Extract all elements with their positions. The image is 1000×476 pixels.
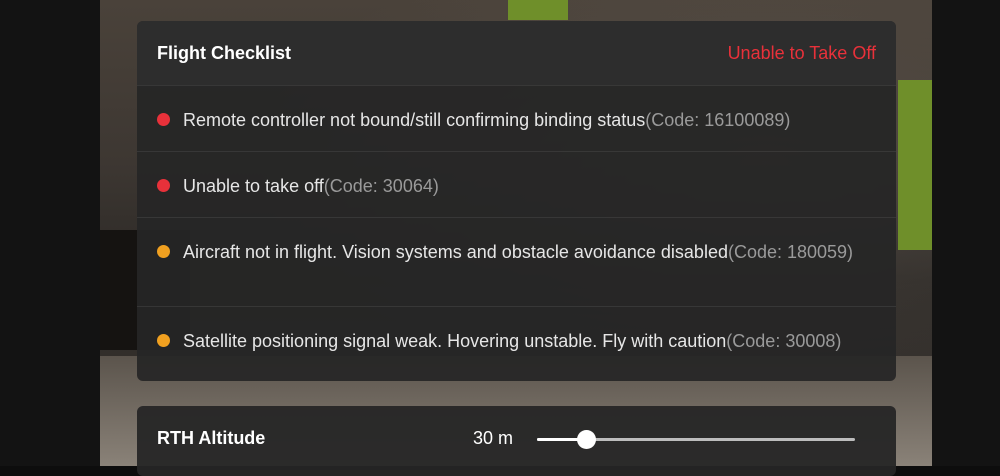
checklist-item-text: Remote controller not bound/still confir… [183,108,863,132]
checklist-item-code: (Code: 30008) [726,331,842,351]
flight-checklist-panel: Flight Checklist Unable to Take Off Remo… [137,21,896,381]
error-status-dot-icon [157,113,170,126]
feed-wall-green [508,0,568,20]
rth-altitude-label: RTH Altitude [157,428,266,448]
warning-status-dot-icon [157,334,170,347]
checklist-item-message: Unable to take off [183,176,324,196]
error-status-dot-icon [157,179,170,192]
checklist-item-text: Unable to take off(Code: 30064) [183,174,863,198]
checklist-item-code: (Code: 30064) [323,176,439,196]
checklist-item-code: (Code: 16100089) [645,110,791,130]
takeoff-status: Unable to Take Off [727,42,876,63]
checklist-header: Flight Checklist Unable to Take Off [137,21,896,85]
checklist-title: Flight Checklist [157,42,292,63]
rth-altitude-value: 30 m [473,428,514,448]
left-edge [0,0,100,466]
checklist-item-message: Remote controller not bound/still confir… [183,110,646,130]
right-edge [932,0,1000,466]
checklist-item-message: Aircraft not in flight. Vision systems a… [183,242,728,262]
slider-thumb[interactable] [577,430,597,449]
feed-wall-green-right [898,80,932,250]
checklist-item-message: Satellite positioning signal weak. Hover… [183,331,727,351]
rth-altitude-slider[interactable] [537,430,855,449]
checklist-item-text: Aircraft not in flight. Vision systems a… [183,240,863,264]
checklist-item-text: Satellite positioning signal weak. Hover… [183,329,863,353]
checklist-item[interactable]: Aircraft not in flight. Vision systems a… [137,217,896,306]
checklist-item-code: (Code: 180059) [727,242,854,262]
checklist-item[interactable]: Remote controller not bound/still confir… [137,85,896,151]
warning-status-dot-icon [157,245,170,258]
checklist-item[interactable]: Unable to take off(Code: 30064) [137,151,896,217]
checklist-item[interactable]: Satellite positioning signal weak. Hover… [137,306,896,381]
